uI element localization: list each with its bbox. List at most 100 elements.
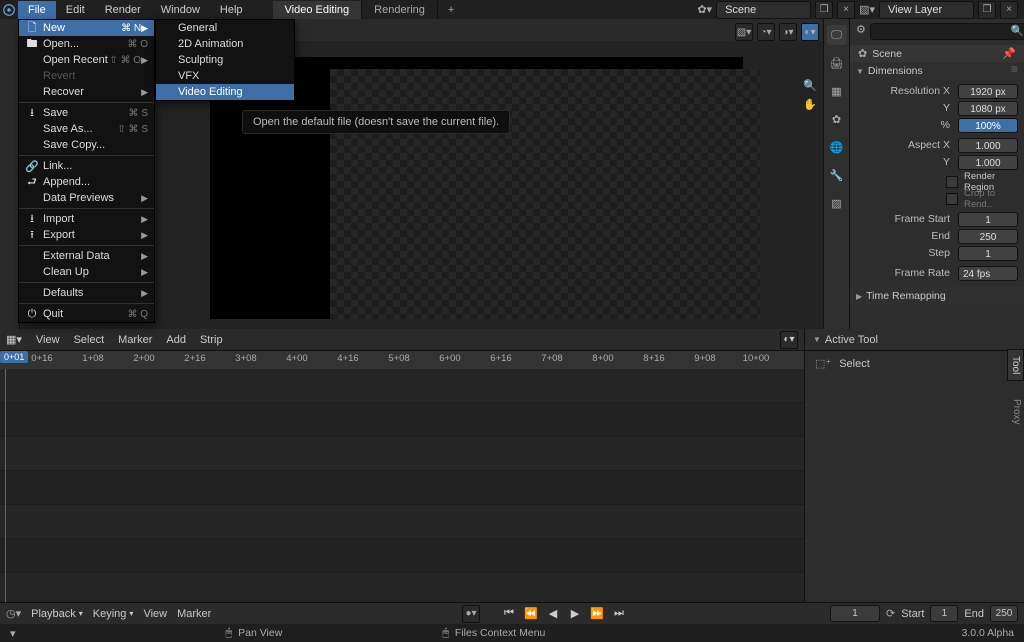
scene-browse-icon[interactable]: ✿▾ [697,3,712,16]
active-tool-header[interactable]: Active Tool [825,334,878,346]
tab-viewlayer-icon[interactable]: ▦ [827,81,847,101]
file-export[interactable]: ⭱ Export▶ [19,227,154,243]
seq-menu-select[interactable]: Select [74,334,105,346]
seq-menu-view[interactable]: View [36,334,60,346]
image-display-button[interactable]: ▧▾ [735,23,753,41]
workspace-add-button[interactable]: + [438,1,464,19]
new-video-editing[interactable]: Video Editing [156,84,294,100]
file-clean-up[interactable]: Clean Up▶ [19,264,154,280]
tab-tool-icon[interactable]: 🔧 [827,165,847,185]
new-general[interactable]: General [156,20,294,36]
chevron-right-icon[interactable]: ▶ [856,292,862,301]
play-button[interactable]: ▶ [566,605,584,623]
menu-file[interactable]: File [18,1,56,19]
chevron-down-icon[interactable]: ▼ [856,67,864,76]
gizmo-button[interactable]: ◔▾ [757,23,775,41]
menu-help[interactable]: Help [210,1,253,19]
current-frame-field[interactable]: 1 [830,605,880,622]
jump-end-button[interactable]: ⏭ [610,605,628,623]
frame-start-field[interactable]: 1 [958,212,1018,227]
file-external-data[interactable]: External Data▶ [19,248,154,264]
scene-name-field[interactable]: Scene [716,1,811,19]
sidebar-tab-proxy[interactable]: Proxy [1009,393,1024,431]
panel-preset-icon[interactable]: ≡ [1011,62,1018,76]
file-new[interactable]: 🗋 New ⌘ N▶ [19,20,154,36]
layer-browse-icon[interactable]: ▧▾ [859,3,875,16]
resolution-pct-field[interactable]: 100% [958,118,1018,133]
footer-marker-menu[interactable]: Marker [177,608,211,620]
menu-edit[interactable]: Edit [56,1,95,19]
tab-render-icon[interactable]: 🖵 [827,25,847,45]
workspace-tab-video-editing[interactable]: Video Editing [273,1,363,19]
crop-checkbox[interactable] [946,193,958,205]
time-remapping-header[interactable]: Time Remapping [866,290,946,302]
workspace-tab-rendering[interactable]: Rendering [362,1,438,19]
file-append[interactable]: ⮐ Append... [19,174,154,190]
timeline-editor-icon[interactable]: ◷▾ [6,607,21,620]
menu-window[interactable]: Window [151,1,210,19]
zoom-icon[interactable]: 🔍 [803,79,817,92]
seq-overlay-button[interactable]: ◐▾ [780,331,798,349]
keying-menu[interactable]: Keying ▾ [93,608,134,620]
file-import[interactable]: ⭳ Import▶ [19,211,154,227]
seq-menu-strip[interactable]: Strip [200,334,223,346]
tab-texture-icon[interactable]: ▨ [827,193,847,213]
aspect-x-field[interactable]: 1.000 [958,138,1018,153]
file-recover[interactable]: Recover▶ [19,84,154,100]
sidebar-tab-tool[interactable]: Tool [1007,349,1024,381]
seq-editor-type-icon[interactable]: ▦▾ [6,333,22,346]
file-save-as[interactable]: Save As...⇧ ⌘ S [19,121,154,137]
chevron-down-icon[interactable]: ▼ [813,335,821,344]
footer-view-menu[interactable]: View [143,608,167,620]
file-link[interactable]: 🔗 Link... [19,158,154,174]
pan-icon[interactable]: ✋ [803,98,817,111]
frame-step-field[interactable]: 1 [958,246,1018,261]
file-save-copy[interactable]: Save Copy... [19,137,154,153]
range-icon[interactable]: ⟳ [886,607,895,620]
tab-output-icon[interactable]: 🖨 [827,53,847,73]
view-layer-field[interactable]: View Layer [879,1,974,19]
scene-new-button[interactable]: ❐ [815,1,833,19]
start-frame-field[interactable]: 1 [930,605,958,622]
dimensions-header[interactable]: Dimensions [868,65,923,77]
file-open[interactable]: 🖿 Open... ⌘ O [19,36,154,52]
aspect-y-field[interactable]: 1.000 [958,155,1018,170]
seq-menu-add[interactable]: Add [166,334,186,346]
playback-menu[interactable]: Playback ▾ [31,608,83,620]
properties-search-input[interactable] [870,23,1024,40]
scene-delete-button[interactable]: × [837,1,855,19]
new-2d-animation[interactable]: 2D Animation [156,36,294,52]
resolution-y-field[interactable]: 1080 px [958,101,1018,116]
layer-new-button[interactable]: ❐ [978,1,996,19]
new-sculpting[interactable]: Sculpting [156,52,294,68]
file-data-previews[interactable]: Data Previews▶ [19,190,154,206]
end-frame-field[interactable]: 250 [990,605,1018,622]
overlay-button[interactable]: ◑▾ [779,23,797,41]
tab-world-icon[interactable]: 🌐 [827,137,847,157]
frame-end-field[interactable]: 250 [958,229,1018,244]
seq-menu-marker[interactable]: Marker [118,334,152,346]
autokey-button[interactable]: ●▾ [462,605,480,623]
color-manage-button[interactable]: ◐▾ [801,23,819,41]
file-open-recent[interactable]: Open Recent ⇧ ⌘ O▶ [19,52,154,68]
pin-icon[interactable]: 📌 [1002,47,1016,60]
file-save[interactable]: ⭳ Save⌘ S [19,105,154,121]
playhead-line[interactable] [5,369,6,602]
keyframe-next-button[interactable]: ⏩ [588,605,606,623]
keyframe-prev-button[interactable]: ⏪ [522,605,540,623]
file-defaults[interactable]: Defaults▶ [19,285,154,301]
file-quit[interactable]: ⏻ Quit⌘ Q [19,306,154,322]
props-editor-icon[interactable]: ⚙ [856,23,866,41]
playhead-frame-label[interactable]: 0+01 [0,351,28,363]
collapse-icon[interactable]: ▾ [10,627,16,640]
jump-start-button[interactable]: ⏮ [500,605,518,623]
timeline-ruler[interactable]: 0+01 0+161+082+002+163+084+004+165+086+0… [0,351,804,369]
play-reverse-button[interactable]: ◀ [544,605,562,623]
sequencer-tracks[interactable] [0,369,804,602]
new-vfx[interactable]: VFX [156,68,294,84]
resolution-x-field[interactable]: 1920 px [958,84,1018,99]
menu-render[interactable]: Render [95,1,151,19]
layer-delete-button[interactable]: × [1000,1,1018,19]
frame-rate-dropdown[interactable]: 24 fps [958,266,1018,281]
render-region-checkbox[interactable] [946,176,958,188]
